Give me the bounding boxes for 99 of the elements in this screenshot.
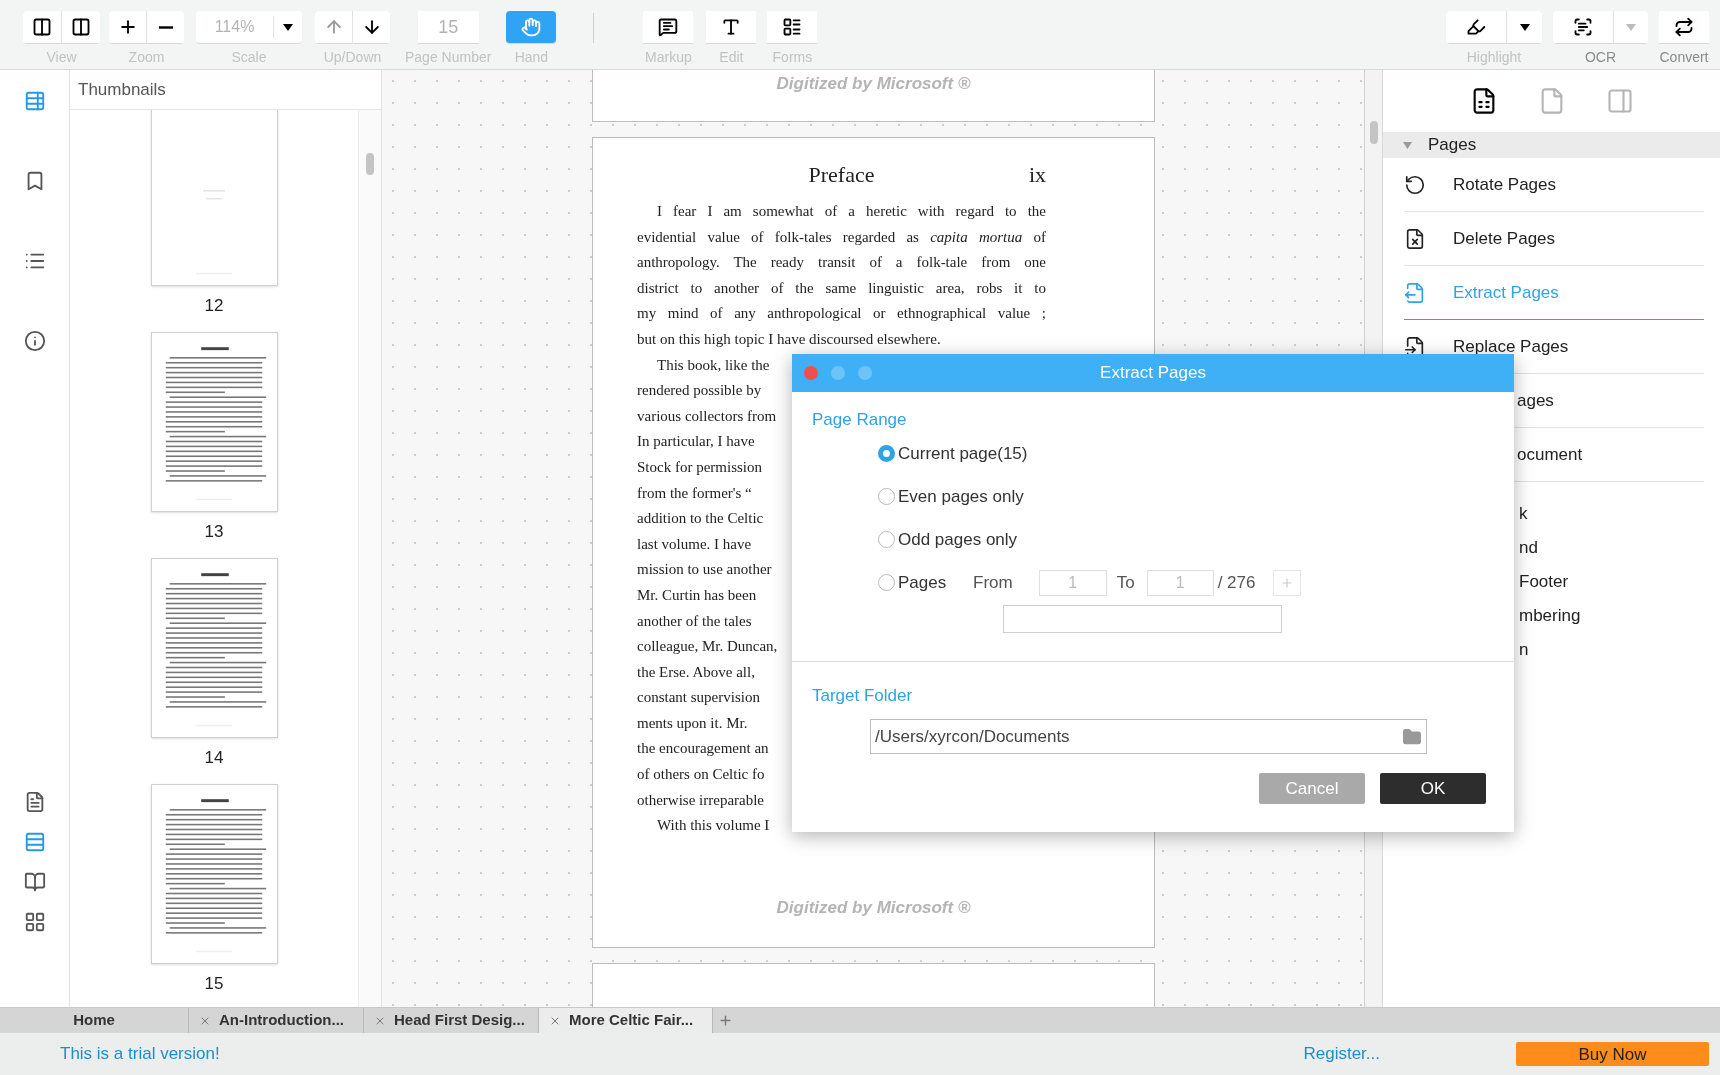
highlighter-icon	[1466, 17, 1486, 37]
field-label: From	[973, 571, 1013, 594]
text-line: constant supervision	[637, 688, 760, 708]
info-icon	[23, 330, 46, 352]
caret-icon	[283, 23, 293, 31]
text-line: from the former's “	[637, 483, 752, 503]
page-range-field[interactable]	[1003, 605, 1282, 633]
text-line: anthropology. The ready transit of a folk-tale from one	[637, 253, 1046, 273]
text-line: otherwise irreparable	[637, 790, 765, 810]
comment-icon	[658, 17, 679, 37]
highlight-button[interactable]	[1446, 11, 1506, 44]
section-heading: Target Folder	[812, 685, 914, 705]
text-line: ments upon it. Mr.	[637, 713, 748, 733]
export-icon	[1605, 87, 1634, 115]
page-number: ix	[1028, 161, 1046, 189]
page-grid-icon	[23, 911, 46, 933]
forms-button[interactable]	[767, 11, 818, 44]
text-line: mission to use another	[637, 560, 772, 580]
page-tool-item[interactable]: Delete Pages	[1404, 212, 1704, 266]
text-line: evidential value of folk-tales regarded as capita mortua of	[637, 227, 1046, 247]
folder-path-field[interactable]: /Users/xyrcon/Documents	[870, 719, 1427, 754]
radio-option[interactable]: Odd pages only	[878, 526, 1018, 553]
document-tab[interactable]: More Celtic Fair...	[539, 1008, 713, 1033]
two-pages-icon	[23, 871, 46, 893]
text-line: In particular, I have	[637, 432, 755, 452]
text-line: the Erse. Above all,	[637, 662, 755, 682]
continuous-pages-icon	[23, 831, 46, 853]
buy-now-button[interactable]: Buy Now	[1516, 1042, 1709, 1066]
page-thumbnail[interactable]	[150, 784, 278, 964]
text-icon	[721, 17, 742, 37]
page-heading: Preface	[808, 161, 875, 189]
text-line: colleague, Mr. Duncan,	[637, 637, 778, 657]
text-line: but on this high topic I have discoursed elsewhere.	[637, 329, 942, 349]
columns-icon	[71, 17, 91, 37]
text-line: addition to the Celtic	[637, 509, 764, 529]
page-watermark: Digitized by Microsoft ®	[776, 73, 971, 95]
text-line: This book, like the	[656, 355, 770, 375]
text-line: my mind of any anthropological or ethnographical value ;	[637, 304, 1046, 324]
dialog-title: Extract Pages	[1100, 362, 1206, 385]
tool-label: OCR	[1584, 48, 1617, 66]
convert-icon	[1674, 17, 1694, 37]
tool-label: Convert	[1659, 48, 1709, 66]
field-label: To	[1116, 571, 1135, 594]
text-line: district to another of the same linguistic area, robs it to	[637, 278, 1046, 298]
markup-button[interactable]	[643, 11, 694, 44]
caret-icon	[1626, 23, 1636, 31]
text-line: another of the tales	[637, 611, 752, 631]
ocr-button[interactable]	[1553, 11, 1613, 44]
plus-icon	[1280, 575, 1295, 590]
text-line: rendered possible by	[637, 381, 762, 401]
text-line: the encouragement an	[637, 739, 769, 759]
trial-notice: This is a trial version!	[60, 1043, 220, 1066]
minus-icon	[158, 25, 173, 29]
radio-option[interactable]: Pages	[878, 569, 947, 596]
text-line: I fear I am somewhat of a heretic with regard to the	[656, 202, 1046, 221]
radio-button[interactable]	[878, 445, 895, 462]
edit-button[interactable]	[706, 11, 757, 44]
radio-button[interactable]	[878, 531, 895, 548]
folder-icon[interactable]	[1402, 726, 1422, 747]
ocr-menu-button[interactable]	[1614, 11, 1648, 44]
text-line: of others on Celtic fo	[637, 765, 765, 785]
radio-button[interactable]	[878, 574, 895, 591]
extract-page-icon	[1404, 281, 1426, 304]
page-watermark: Digitized by Microsoft ®	[776, 896, 971, 919]
page-thumbnail[interactable]	[150, 558, 278, 738]
page-number-label: 13	[204, 522, 224, 542]
page-number-label: 14	[204, 748, 224, 768]
scrollbar-thumb[interactable]	[366, 153, 375, 175]
page-thumbnail[interactable]	[150, 332, 278, 512]
text-line: With this volume I	[656, 816, 770, 836]
collapse-icon	[1403, 141, 1412, 149]
page-total: / 276	[1217, 571, 1256, 594]
section-header[interactable]: Pages	[1383, 132, 1720, 158]
page-tool-item[interactable]: Rotate Pages	[1404, 158, 1704, 212]
caret-icon	[1519, 23, 1530, 31]
radio-option[interactable]: Current page(15)	[878, 440, 1028, 467]
scrollbar-thumb[interactable]	[1369, 121, 1378, 144]
primary-dialog-button[interactable]: OK	[1380, 773, 1486, 804]
plus-icon	[717, 1013, 733, 1028]
form-icon	[782, 17, 803, 37]
text-line: last volume. I have	[637, 534, 752, 554]
rotate-icon	[1404, 173, 1426, 196]
convert-button[interactable]	[1659, 11, 1709, 44]
delete-page-icon	[1404, 227, 1426, 250]
section-heading: Page Range	[812, 409, 908, 431]
columns-icon	[32, 17, 52, 37]
highlight-menu-button[interactable]	[1507, 11, 1542, 44]
thumbnails-icon	[23, 90, 46, 112]
text-line: Mr. Curtin has been	[637, 585, 757, 605]
text-line: various collectors from	[637, 406, 777, 426]
page-number-label: 15	[204, 974, 224, 994]
hand-icon	[521, 17, 542, 37]
page-number-label: 12	[204, 296, 224, 316]
page-thumbnail[interactable]	[150, 110, 278, 286]
radio-option[interactable]: Even pages only	[878, 483, 1024, 510]
scan-text-icon	[1573, 17, 1593, 37]
text-line: Stock for permission	[637, 457, 762, 477]
radio-button[interactable]	[878, 488, 895, 505]
panel-title: Thumbnails	[78, 78, 166, 101]
